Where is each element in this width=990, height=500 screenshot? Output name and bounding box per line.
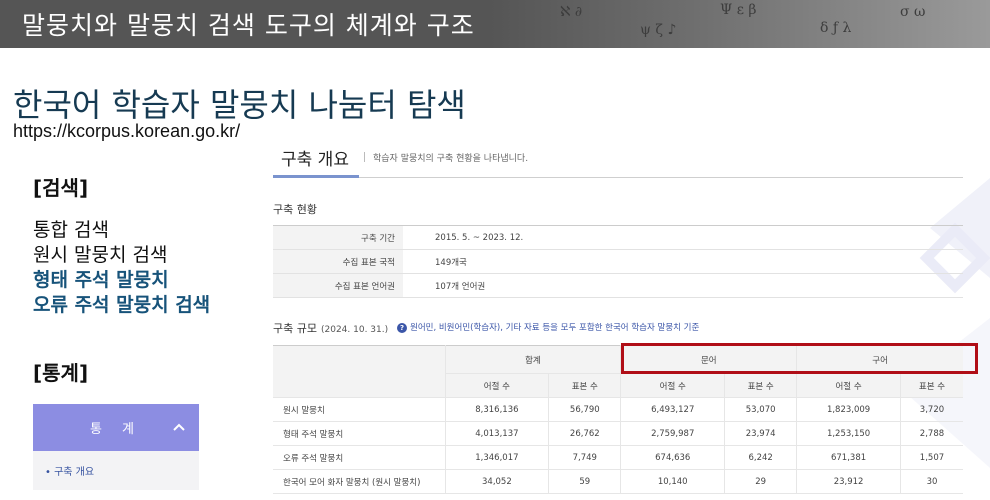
chevron-up-icon xyxy=(173,423,185,431)
table-cell: 2,759,987 xyxy=(620,421,725,446)
site-title: 한국어 학습자 말뭉치 나눔터 탐색 xyxy=(13,86,466,124)
table-cell: 23,974 xyxy=(724,421,797,446)
status-table: 구축 기간 2015. 5. ~ 2023. 12. 수집 표본 국적 149개… xyxy=(273,225,963,298)
table-row: 수집 표본 언어권 107개 언어권 xyxy=(273,273,963,298)
menu-item-morph-annotated[interactable]: 형태 주석 말뭉치 xyxy=(33,268,210,293)
menu-item-error-annotated[interactable]: 오류 주석 말뭉치 검색 xyxy=(33,293,210,318)
table-cell: 26,762 xyxy=(548,421,621,446)
table-cell: 34,052 xyxy=(444,469,549,494)
banner-letter-decoration: σ ω xyxy=(900,4,926,20)
site-url[interactable]: https://kcorpus.korean.go.kr/ xyxy=(13,121,240,142)
scale-title: 구축 규모 (2024. 10. 31.) xyxy=(273,320,388,336)
banner-letter-decoration: δ ƒ λ xyxy=(820,20,852,36)
scale-date: (2024. 10. 31.) xyxy=(320,325,389,335)
table-cell: 1,346,017 xyxy=(444,445,549,470)
table-cell: 1,823,009 xyxy=(796,397,901,422)
table-cell: 오류 주석 말뭉치 xyxy=(273,445,445,470)
table-cell: 8,316,136 xyxy=(444,397,549,422)
table-cell: 674,636 xyxy=(620,445,725,470)
sidebar-link-overview[interactable]: • 구축 개요 xyxy=(45,463,94,478)
table-header-empty xyxy=(273,345,445,398)
table-cell: 29 xyxy=(724,469,797,494)
table-header: 표본 수 xyxy=(548,373,621,398)
table-cell: 수집 표본 언어권 xyxy=(273,273,403,298)
tab-title[interactable]: 구축 개요 xyxy=(281,145,349,170)
active-tab-indicator xyxy=(273,175,359,178)
tab-description: 학습자 말뭉치의 구축 현황을 나타냅니다. xyxy=(373,154,529,164)
table-cell: 23,912 xyxy=(796,469,901,494)
content-panel: 구축 개요 학습자 말뭉치의 구축 현황을 나타냅니다. 구축 현황 구축 기간… xyxy=(270,128,990,500)
table-cell: 671,381 xyxy=(796,445,901,470)
banner-letter-decoration: ℵ ∂ xyxy=(560,4,583,20)
table-row: 구축 기간 2015. 5. ~ 2023. 12. xyxy=(273,225,963,250)
table-cell: 149개국 xyxy=(403,249,963,274)
table-header: 표본 수 xyxy=(899,373,963,398)
banner-title: 말뭉치와 말뭉치 검색 도구의 체계와 구조 xyxy=(22,11,475,40)
table-cell: 수집 표본 국적 xyxy=(273,249,403,274)
menu-item-raw-corpus-search[interactable]: 원시 말뭉치 검색 xyxy=(33,243,210,268)
table-cell: 56,790 xyxy=(548,397,621,422)
banner-letter-decoration: ψ ζ ♪ xyxy=(640,22,677,38)
table-header: 어절 수 xyxy=(620,373,725,398)
table-cell: 한국어 모어 화자 말뭉치 (원시 말뭉치) xyxy=(273,469,445,494)
table-cell: 원시 말뭉치 xyxy=(273,397,445,422)
table-header: 어절 수 xyxy=(796,373,901,398)
question-icon: ? xyxy=(397,323,407,333)
scale-note-text: 원어민, 비원어민(학습자), 기타 자료 등을 모두 포함한 한국어 학습자 … xyxy=(410,323,700,333)
menu-item-integrated-search[interactable]: 통합 검색 xyxy=(33,218,210,243)
table-cell: 7,749 xyxy=(548,445,621,470)
table-cell: 구축 기간 xyxy=(273,225,403,250)
search-menu: 통합 검색 원시 말뭉치 검색 형태 주석 말뭉치 오류 주석 말뭉치 검색 xyxy=(33,218,210,318)
scale-note: ? 원어민, 비원어민(학습자), 기타 자료 등을 모두 포함한 한국어 학습자… xyxy=(397,321,699,333)
table-cell: 1,507 xyxy=(899,445,963,470)
table-row: 원시 말뭉치 8,316,136 56,790 6,493,127 53,070… xyxy=(273,397,963,422)
table-cell: 3,720 xyxy=(899,397,963,422)
divider xyxy=(364,152,365,162)
table-row: 오류 주석 말뭉치 1,346,017 7,749 674,636 6,242 … xyxy=(273,445,963,470)
table-header-total: 합계 xyxy=(444,345,621,374)
stats-sidebar: 통 계 • 구축 개요 xyxy=(33,404,199,490)
table-cell: 1,253,150 xyxy=(796,421,901,446)
table-cell: 30 xyxy=(899,469,963,494)
banner-letter-decoration: Ψ ε β xyxy=(720,2,757,18)
table-cell: 2,788 xyxy=(899,421,963,446)
table-cell: 53,070 xyxy=(724,397,797,422)
table-cell: 59 xyxy=(548,469,621,494)
table-cell: 6,242 xyxy=(724,445,797,470)
table-row: 한국어 모어 화자 말뭉치 (원시 말뭉치) 34,052 59 10,140 … xyxy=(273,469,963,494)
table-cell: 6,493,127 xyxy=(620,397,725,422)
table-row: 수집 표본 국적 149개국 xyxy=(273,249,963,274)
table-cell: 10,140 xyxy=(620,469,725,494)
table-cell: 형태 주석 말뭉치 xyxy=(273,421,445,446)
table-row: 형태 주석 말뭉치 4,013,137 26,762 2,759,987 23,… xyxy=(273,421,963,446)
table-header: 어절 수 xyxy=(444,373,549,398)
divider xyxy=(273,177,963,178)
table-cell: 4,013,137 xyxy=(444,421,549,446)
scale-title-text: 구축 규모 xyxy=(273,322,317,335)
status-title: 구축 현황 xyxy=(273,203,317,216)
slide-banner: ℵ ∂ ψ ζ ♪ Ψ ε β δ ƒ λ σ ω 말뭉치와 말뭉치 검색 도구… xyxy=(0,0,990,48)
table-cell: 2015. 5. ~ 2023. 12. xyxy=(403,225,963,250)
stats-section-heading: [통계] xyxy=(33,361,89,385)
stats-sidebar-title: 통 계 xyxy=(89,422,143,437)
stats-sidebar-header[interactable]: 통 계 xyxy=(33,404,199,451)
table-header: 표본 수 xyxy=(724,373,797,398)
table-cell: 107개 언어권 xyxy=(403,273,963,298)
search-section-heading: [검색] xyxy=(33,176,89,200)
highlight-box xyxy=(621,343,978,374)
